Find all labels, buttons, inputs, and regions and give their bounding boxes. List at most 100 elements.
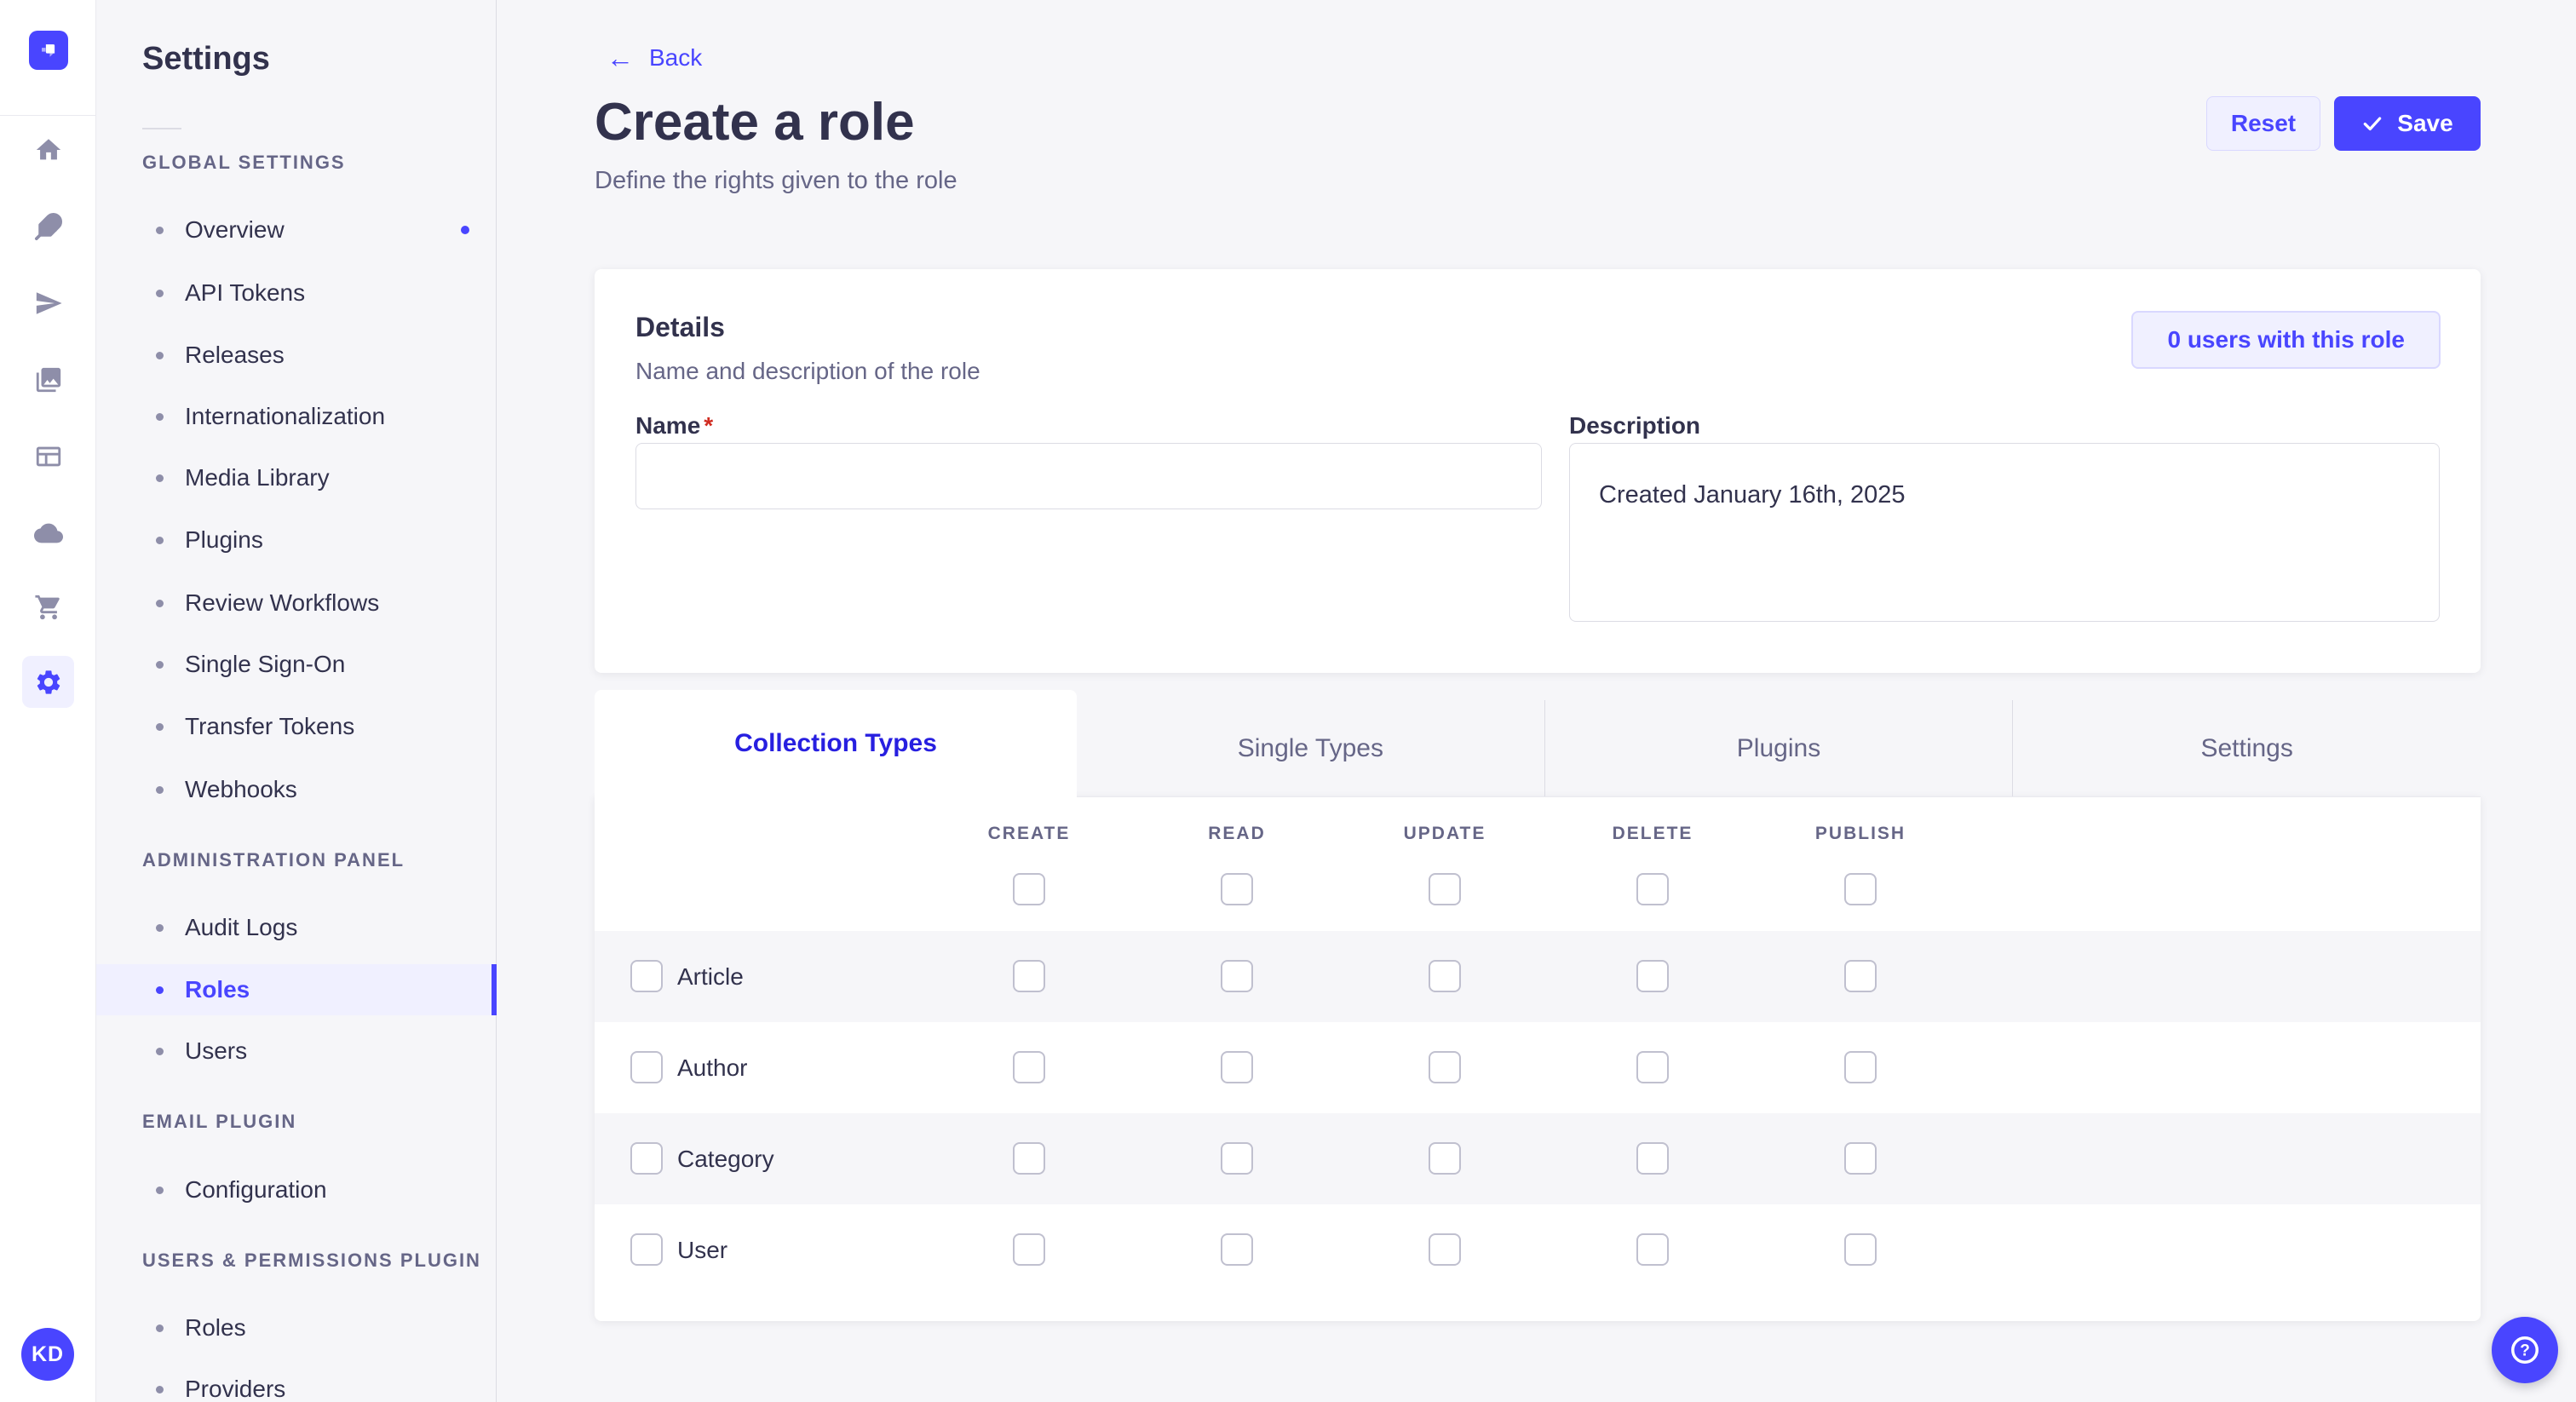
description-textarea[interactable]	[1569, 443, 2440, 622]
article-create-checkbox[interactable]	[1013, 960, 1045, 992]
description-label: Description	[1569, 412, 1700, 440]
settings-gear-icon[interactable]	[22, 656, 74, 708]
user-avatar[interactable]: KD	[21, 1328, 74, 1381]
notification-dot	[461, 226, 469, 234]
sidebar-item-roles-up[interactable]: Roles	[96, 1302, 497, 1353]
sidebar-item-users[interactable]: Users	[96, 1026, 497, 1077]
cloud-icon[interactable]	[31, 515, 66, 550]
category-read-checkbox[interactable]	[1221, 1142, 1253, 1175]
name-input[interactable]	[635, 443, 1542, 509]
sidebar-item-review-workflows[interactable]: Review Workflows	[96, 577, 497, 629]
content-manager-feather-icon[interactable]	[31, 209, 66, 244]
category-update-checkbox[interactable]	[1429, 1142, 1461, 1175]
user-update-checkbox[interactable]	[1429, 1233, 1461, 1266]
select-all-update-checkbox[interactable]	[1429, 873, 1461, 905]
tab-collection-types[interactable]: Collection Types	[595, 690, 1077, 797]
help-button[interactable]: ?	[2492, 1317, 2558, 1383]
select-all-create-checkbox[interactable]	[1013, 873, 1045, 905]
reset-button[interactable]: Reset	[2206, 96, 2320, 151]
bullet-icon	[156, 537, 164, 544]
category-publish-checkbox[interactable]	[1844, 1142, 1877, 1175]
article-update-checkbox[interactable]	[1429, 960, 1461, 992]
sidebar-item-webhooks[interactable]: Webhooks	[96, 764, 497, 815]
section-label-global-settings: GLOBAL SETTINGS	[142, 152, 346, 174]
row-select-checkbox[interactable]	[630, 960, 663, 992]
sidebar-item-audit-logs[interactable]: Audit Logs	[96, 902, 497, 953]
bullet-icon	[156, 986, 164, 994]
tab-settings[interactable]: Settings	[2012, 700, 2481, 796]
sidebar-item-transfer-tokens[interactable]: Transfer Tokens	[96, 701, 497, 752]
sidebar-item-internationalization[interactable]: Internationalization	[96, 391, 497, 442]
bullet-icon	[156, 1187, 164, 1194]
save-label: Save	[2397, 110, 2452, 137]
select-all-delete-checkbox[interactable]	[1636, 873, 1669, 905]
sidebar-item-configuration[interactable]: Configuration	[96, 1164, 497, 1215]
column-header-delete: DELETE	[1613, 824, 1693, 844]
media-library-images-icon[interactable]	[31, 362, 66, 397]
tab-strip: Single Types Plugins Settings	[1077, 700, 2481, 797]
send-plane-icon[interactable]	[31, 285, 66, 320]
sidebar-item-roles-admin[interactable]: Roles	[96, 964, 497, 1015]
article-delete-checkbox[interactable]	[1636, 960, 1669, 992]
bullet-icon	[156, 924, 164, 932]
row-select-checkbox[interactable]	[630, 1051, 663, 1083]
sidebar-item-plugins[interactable]: Plugins	[96, 514, 497, 566]
tab-single-types[interactable]: Single Types	[1077, 700, 1544, 796]
page-title: Create a role	[595, 92, 915, 152]
bullet-icon	[156, 413, 164, 421]
author-create-checkbox[interactable]	[1013, 1051, 1045, 1083]
users-with-role-button[interactable]: 0 users with this role	[2131, 311, 2441, 369]
author-read-checkbox[interactable]	[1221, 1051, 1253, 1083]
column-header-publish: PUBLISH	[1815, 824, 1906, 844]
save-button[interactable]: Save	[2334, 96, 2481, 151]
permissions-table: CREATE READ UPDATE DELETE PUBLISH Articl…	[595, 796, 2481, 1321]
back-arrow-icon: ←	[607, 44, 634, 72]
row-select-checkbox[interactable]	[630, 1233, 663, 1266]
strapi-logo-icon	[36, 37, 61, 63]
home-icon[interactable]	[31, 132, 66, 167]
strapi-logo[interactable]	[29, 31, 68, 70]
select-all-publish-checkbox[interactable]	[1844, 873, 1877, 905]
sidebar-item-single-sign-on[interactable]: Single Sign-On	[96, 639, 497, 690]
article-publish-checkbox[interactable]	[1844, 960, 1877, 992]
user-create-checkbox[interactable]	[1013, 1233, 1045, 1266]
section-label-email-plugin: EMAIL PLUGIN	[142, 1111, 296, 1133]
icon-rail: KD	[0, 0, 96, 1402]
table-row-author: Author	[595, 1022, 2481, 1113]
table-row-category: Category	[595, 1113, 2481, 1204]
author-publish-checkbox[interactable]	[1844, 1051, 1877, 1083]
select-all-read-checkbox[interactable]	[1221, 873, 1253, 905]
back-link[interactable]: ← Back	[607, 44, 702, 72]
table-row-user: User	[595, 1204, 2481, 1296]
sidebar-item-providers[interactable]: Providers	[96, 1364, 497, 1402]
sidebar-item-overview[interactable]: Overview	[96, 204, 497, 256]
bullet-icon	[156, 723, 164, 731]
category-create-checkbox[interactable]	[1013, 1142, 1045, 1175]
user-publish-checkbox[interactable]	[1844, 1233, 1877, 1266]
details-subtitle: Name and description of the role	[635, 358, 980, 385]
author-delete-checkbox[interactable]	[1636, 1051, 1669, 1083]
sidebar-item-releases[interactable]: Releases	[96, 330, 497, 381]
sidebar-item-api-tokens[interactable]: API Tokens	[96, 267, 497, 319]
tab-plugins[interactable]: Plugins	[1544, 700, 2013, 796]
article-read-checkbox[interactable]	[1221, 960, 1253, 992]
author-update-checkbox[interactable]	[1429, 1051, 1461, 1083]
bullet-icon	[156, 661, 164, 669]
svg-text:?: ?	[2520, 1342, 2530, 1360]
row-select-checkbox[interactable]	[630, 1142, 663, 1175]
bullet-icon	[156, 1324, 164, 1332]
layout-icon[interactable]	[31, 439, 66, 474]
question-mark-icon: ?	[2509, 1334, 2541, 1366]
cart-icon[interactable]	[31, 589, 66, 624]
settings-sidebar: Settings GLOBAL SETTINGS Overview API To…	[96, 0, 497, 1402]
bullet-icon	[156, 786, 164, 794]
sidebar-item-media-library[interactable]: Media Library	[96, 452, 497, 503]
details-title: Details	[635, 312, 725, 343]
check-icon	[2361, 112, 2383, 135]
sidebar-title: Settings	[142, 41, 270, 78]
user-delete-checkbox[interactable]	[1636, 1233, 1669, 1266]
name-label: Name*	[635, 412, 713, 440]
category-delete-checkbox[interactable]	[1636, 1142, 1669, 1175]
user-read-checkbox[interactable]	[1221, 1233, 1253, 1266]
bullet-icon	[156, 474, 164, 482]
